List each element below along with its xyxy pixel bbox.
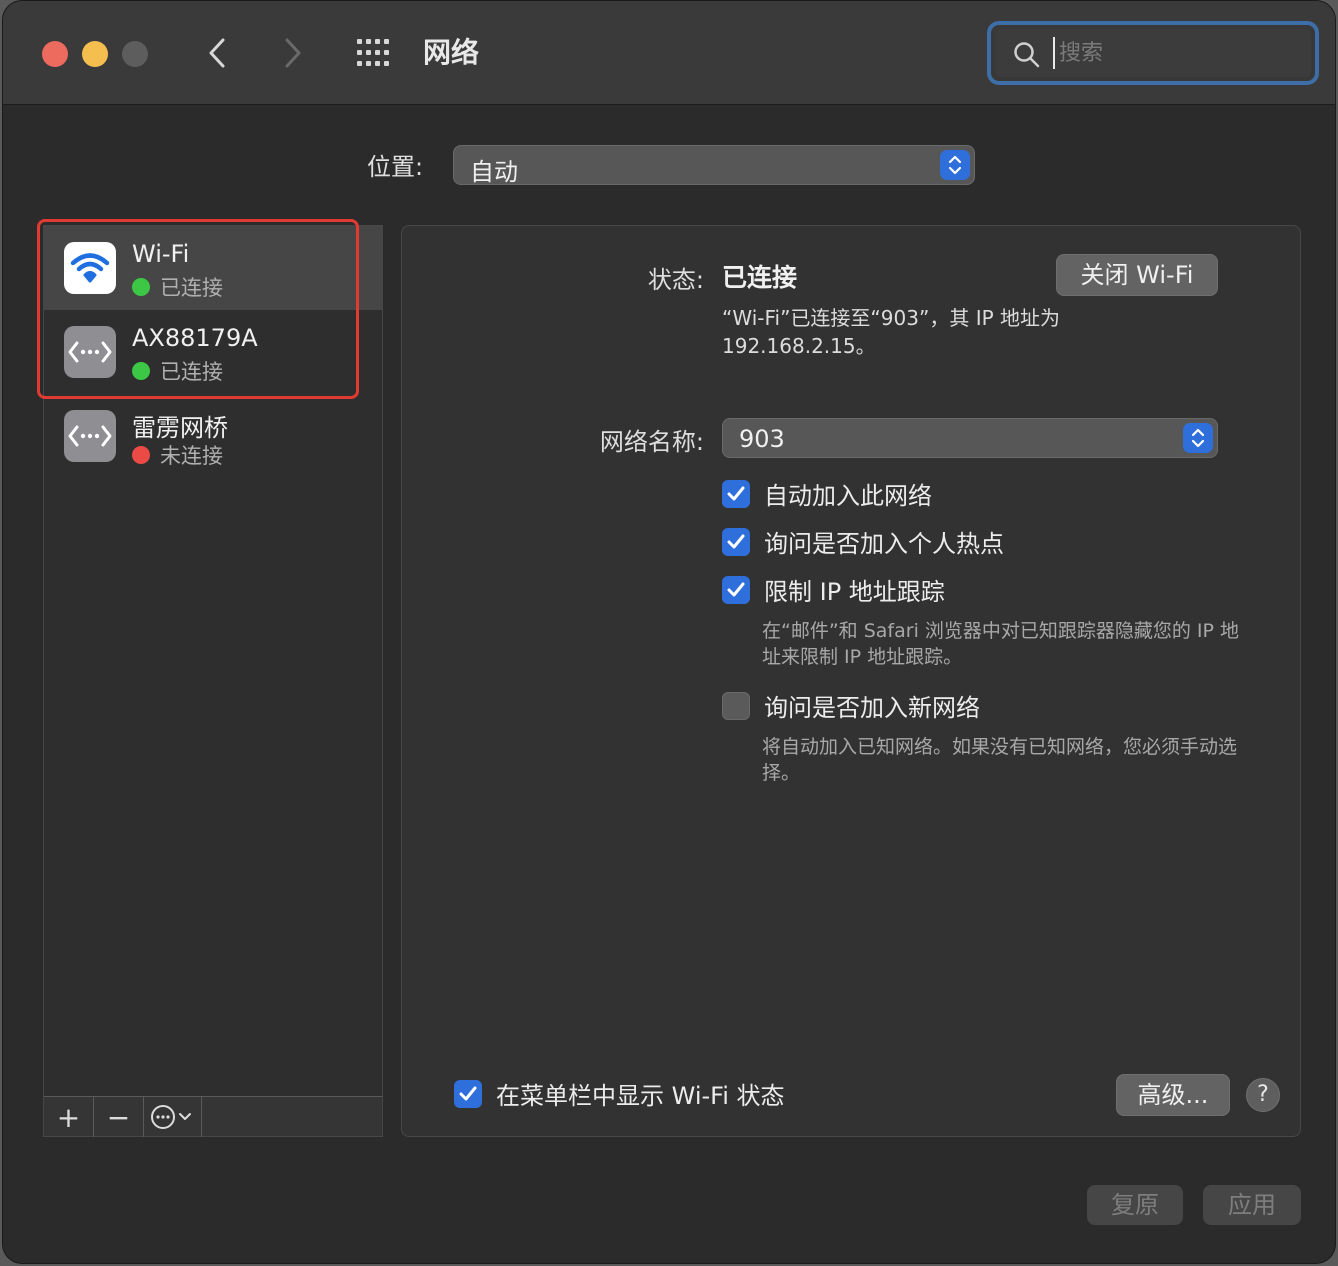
unchecked-box <box>722 691 750 720</box>
network-name-label: 网络名称: <box>599 428 704 456</box>
ask-join-hint: 将自动加入已知网络。如果没有已知网络，您必须手动选择。 <box>762 736 1238 784</box>
checkmark-icon <box>722 479 750 508</box>
checkmark-icon <box>722 527 750 556</box>
back-button[interactable] <box>199 31 235 75</box>
updown-chevron-icon <box>1183 423 1213 453</box>
close-button[interactable] <box>42 41 68 67</box>
status-value: 已连接 <box>722 263 798 292</box>
status-dot-red <box>132 446 150 464</box>
revert-button[interactable]: 复原 <box>1087 1185 1183 1225</box>
window-title: 网络 <box>423 36 480 69</box>
service-list-toolbar: + − <box>44 1096 382 1137</box>
auto-join-checkbox[interactable]: 自动加入此网络 <box>722 476 932 511</box>
checkbox-label: 自动加入此网络 <box>764 482 932 510</box>
limit-ip-tracking-checkbox[interactable]: 限制 IP 地址跟踪 <box>722 572 945 607</box>
network-preferences-window: 网络 位置: 自动 Wi-Fi 已连接 <box>2 0 1336 1264</box>
detail-panel: 状态: 已连接 关闭 Wi-Fi “Wi-Fi”已连接至“903”，其 IP 地… <box>401 225 1301 1137</box>
status-label: 状态: <box>647 266 704 294</box>
chevron-left-icon <box>209 38 225 68</box>
search-input[interactable] <box>1053 37 1293 69</box>
ellipsis-circle-icon <box>150 1105 191 1129</box>
remove-service-button[interactable]: − <box>94 1097 144 1137</box>
minimize-button[interactable] <box>82 41 108 67</box>
search-icon <box>1014 42 1040 68</box>
service-status-text: 未连接 <box>160 444 223 468</box>
service-status: 未连接 <box>132 440 223 470</box>
location-value: 自动 <box>470 158 518 186</box>
checkmark-icon <box>722 575 750 604</box>
apply-button[interactable]: 应用 <box>1203 1185 1301 1225</box>
service-actions-menu[interactable] <box>144 1097 202 1137</box>
network-name-popup[interactable]: 903 <box>722 418 1218 458</box>
checkbox-label: 询问是否加入个人热点 <box>764 530 1004 558</box>
checkmark-icon <box>454 1079 482 1108</box>
zoom-button[interactable] <box>122 41 148 67</box>
help-button[interactable]: ? <box>1246 1078 1280 1112</box>
ethernet-icon <box>64 410 116 462</box>
location-label: 位置: <box>367 153 424 181</box>
show-in-menubar-checkbox[interactable]: 在菜单栏中显示 Wi-Fi 状态 <box>454 1076 785 1111</box>
ask-join-new-networks-checkbox[interactable]: 询问是否加入新网络 <box>722 688 980 723</box>
checkbox-label: 在菜单栏中显示 Wi-Fi 状态 <box>496 1082 785 1110</box>
forward-button[interactable] <box>275 31 311 75</box>
checkbox-label: 限制 IP 地址跟踪 <box>764 578 945 606</box>
limit-ip-hint: 在“邮件”和 Safari 浏览器中对已知跟踪器隐藏您的 IP 地址来限制 IP… <box>762 620 1240 668</box>
add-service-button[interactable]: + <box>44 1097 94 1137</box>
turn-off-wifi-button[interactable]: 关闭 Wi-Fi <box>1056 254 1218 296</box>
titlebar: 网络 <box>3 1 1335 105</box>
show-all-button[interactable] <box>355 37 395 69</box>
checkbox-label: 询问是否加入新网络 <box>764 694 980 722</box>
ask-hotspot-checkbox[interactable]: 询问是否加入个人热点 <box>722 524 1004 559</box>
service-item-thunderbolt-bridge[interactable]: 雷雳网桥 未连接 <box>44 394 382 478</box>
chevron-right-icon <box>285 38 301 68</box>
annotation-highlight-box <box>37 219 359 399</box>
network-name-value: 903 <box>739 425 785 453</box>
grid-icon <box>357 39 389 66</box>
search-field[interactable] <box>987 21 1319 85</box>
location-popup[interactable]: 自动 <box>453 145 975 186</box>
service-name: 雷雳网桥 <box>132 414 228 442</box>
updown-chevron-icon <box>940 150 970 180</box>
advanced-button[interactable]: 高级... <box>1116 1074 1230 1116</box>
status-description: “Wi-Fi”已连接至“903”，其 IP 地址为 192.168.2.15。 <box>722 306 1061 358</box>
